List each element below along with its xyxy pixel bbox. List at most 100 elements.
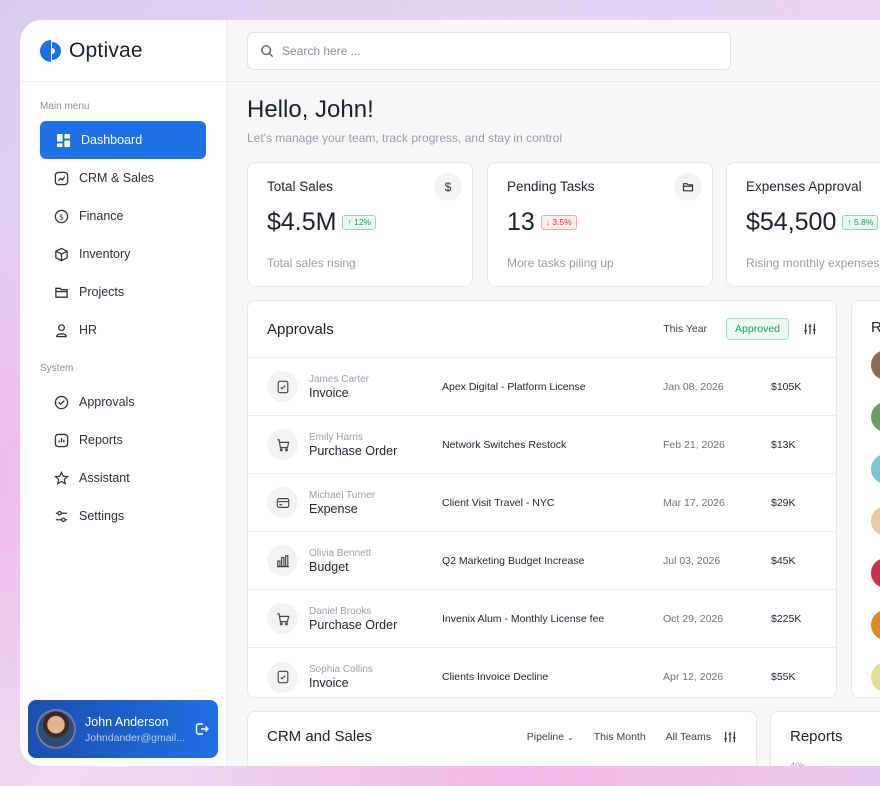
- table-row[interactable]: James Carter Invoice Apex Digital - Plat…: [248, 358, 836, 416]
- sidebar-item-label: Dashboard: [81, 133, 143, 147]
- user-profile-card[interactable]: John Anderson Johndander@gmail...: [28, 700, 218, 758]
- cart-icon: [267, 429, 298, 460]
- table-row[interactable]: Daniel Brooks Purchase Order Invenix Alu…: [248, 590, 836, 648]
- filter-sliders-icon[interactable]: [723, 730, 737, 744]
- user-email: Johndander@gmail...: [85, 731, 185, 744]
- crm-title: CRM and Sales: [267, 728, 373, 745]
- period-filter[interactable]: This Month: [594, 731, 646, 743]
- invoice-icon: [267, 371, 298, 402]
- avatar: [871, 402, 880, 432]
- requester-name: Michael Turner: [309, 489, 376, 501]
- sidebar-item-assistant[interactable]: Assistant: [40, 459, 206, 497]
- search-icon: [261, 44, 274, 57]
- stat-footnote: Total sales rising: [267, 256, 356, 270]
- stat-value: $54,500: [746, 208, 837, 236]
- request-amount: $13K: [771, 438, 796, 451]
- dollar-icon: $: [434, 173, 462, 201]
- request-amount: $225K: [771, 612, 802, 625]
- sidebar-item-approvals[interactable]: Approvals: [40, 383, 206, 421]
- avatar: [871, 506, 880, 536]
- request-type: Purchase Order: [309, 617, 398, 632]
- team-card-partial: R: [851, 300, 880, 698]
- invoice-icon: [267, 661, 298, 693]
- trend-badge: ↑ 12%: [342, 215, 377, 230]
- brand-name: Optivae: [69, 38, 143, 62]
- page-title: Hello, John!: [247, 96, 374, 123]
- sidebar: Optivae Main menu Dashboard CRM & Sales …: [20, 20, 227, 766]
- card-icon: [267, 487, 298, 518]
- person-icon: [54, 323, 69, 338]
- dollar-icon: $: [54, 209, 69, 224]
- logout-icon[interactable]: [194, 721, 210, 737]
- request-amount: $105K: [771, 380, 802, 393]
- stat-footnote: More tasks piling up: [507, 256, 614, 270]
- stat-card-total-sales[interactable]: Total Sales $ $4.5M ↑ 12% Total sales ri…: [247, 162, 473, 287]
- user-info: John Anderson Johndander@gmail...: [85, 715, 194, 744]
- request-amount: $55K: [771, 671, 796, 683]
- sidebar-item-reports[interactable]: Reports: [40, 421, 206, 459]
- sidebar-item-settings[interactable]: Settings: [40, 497, 206, 535]
- request-type: Purchase Order: [309, 443, 398, 458]
- topbar: Search here ...: [227, 20, 880, 82]
- request-type: Expense: [309, 501, 358, 516]
- request-amount: $45K: [771, 554, 796, 567]
- stat-card-pending-tasks[interactable]: Pending Tasks 13 ↓ 3.5% More tasks pilin…: [487, 162, 713, 287]
- avatar: [871, 454, 880, 484]
- request-description: Network Switches Restock: [442, 438, 567, 451]
- table-row[interactable]: Olivia Bennett Budget Q2 Marketing Budge…: [248, 532, 836, 590]
- request-description: Q2 Marketing Budget Increase: [442, 554, 585, 567]
- approvals-title: Approvals: [267, 320, 334, 338]
- filter-sliders-icon[interactable]: [803, 322, 817, 336]
- sidebar-item-dashboard[interactable]: Dashboard: [40, 121, 206, 159]
- request-type: Invoice: [309, 676, 349, 690]
- dashboard-icon: [56, 133, 71, 148]
- sidebar-item-finance[interactable]: $ Finance: [40, 197, 206, 235]
- status-filter-tag[interactable]: Approved: [726, 318, 789, 340]
- stat-title: Pending Tasks: [507, 179, 595, 194]
- sidebar-item-label: Settings: [79, 509, 125, 523]
- request-description: Client Visit Travel - NYC: [442, 496, 555, 509]
- period-filter[interactable]: This Year: [663, 323, 707, 335]
- settings-icon: [54, 509, 69, 524]
- axis-tick-label: 40k: [790, 761, 805, 766]
- row-person: Emily Harris Purchase Order: [309, 432, 442, 458]
- request-description: Apex Digital - Platform License: [442, 380, 586, 393]
- sidebar-item-projects[interactable]: Projects: [40, 273, 206, 311]
- avatar: [36, 709, 76, 749]
- pipeline-dropdown[interactable]: Pipeline ⌄: [527, 731, 574, 743]
- stat-card-expenses-approval[interactable]: Expenses Approval $54,500 ↑ 5.8% Rising …: [726, 162, 880, 287]
- folder-icon: [54, 285, 69, 300]
- sidebar-item-hr[interactable]: HR: [40, 311, 206, 349]
- folder-icon: [674, 173, 702, 201]
- requester-name: Olivia Bennett: [309, 547, 372, 559]
- row-person: Olivia Bennett Budget: [309, 548, 442, 574]
- request-description: Clients Invoice Decline: [442, 671, 549, 683]
- search-input[interactable]: Search here ...: [247, 31, 731, 70]
- table-row[interactable]: Emily Harris Purchase Order Network Swit…: [248, 416, 836, 474]
- svg-text:$: $: [59, 212, 64, 221]
- page-subtitle: Let's manage your team, track progress, …: [247, 131, 563, 145]
- requester-name: Daniel Brooks: [309, 605, 372, 617]
- row-person: Daniel Brooks Purchase Order: [309, 606, 442, 632]
- row-person: Sophia Collins Invoice: [309, 664, 442, 690]
- brand-logo[interactable]: Optivae: [20, 20, 226, 82]
- team-card-title: R: [871, 319, 880, 336]
- sidebar-item-label: Finance: [79, 209, 124, 223]
- teams-filter[interactable]: All Teams: [666, 731, 711, 743]
- stat-value-row: 13 ↓ 3.5%: [507, 208, 693, 237]
- table-row[interactable]: Sophia Collins Invoice Clients Invoice D…: [248, 648, 836, 697]
- main-menu-title: Main menu: [40, 101, 90, 112]
- sidebar-item-crm-sales[interactable]: CRM & Sales: [40, 159, 206, 197]
- chevron-down-icon: ⌄: [567, 732, 574, 742]
- bars-icon: [267, 545, 298, 576]
- table-row[interactable]: Michael Turner Expense Client Visit Trav…: [248, 474, 836, 532]
- request-date: Oct 29, 2026: [663, 612, 724, 625]
- search-placeholder: Search here ...: [282, 43, 361, 58]
- sidebar-item-label: Reports: [79, 433, 123, 447]
- chart-icon: [54, 171, 69, 186]
- stat-value: 13: [507, 208, 535, 236]
- sidebar-item-label: Approvals: [79, 395, 135, 409]
- sidebar-item-inventory[interactable]: Inventory: [40, 235, 206, 273]
- request-date: Feb 21, 2026: [663, 438, 725, 451]
- requester-name: James Carter: [309, 373, 370, 385]
